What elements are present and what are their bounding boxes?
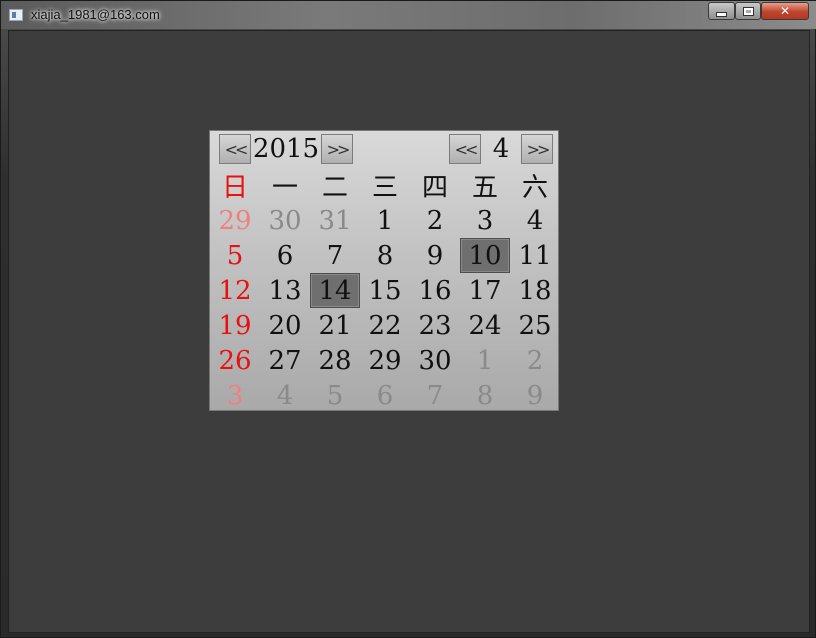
- calendar-grid: 日 一 二 三 四 五 六 29 30 31 1 2 3 4 5 6 7 8 9 10 11 12 13 14 1…: [210, 168, 560, 413]
- day-cell[interactable]: 2: [410, 203, 460, 238]
- day-cell[interactable]: 1: [460, 343, 510, 378]
- maximize-icon: [742, 6, 754, 16]
- day-cell[interactable]: 3: [210, 378, 260, 413]
- day-cell[interactable]: 7: [410, 378, 460, 413]
- day-cell[interactable]: 9: [510, 378, 560, 413]
- day-cell[interactable]: 28: [310, 343, 360, 378]
- prev-year-button[interactable]: <<: [219, 134, 251, 164]
- day-cell[interactable]: 6: [260, 238, 310, 273]
- day-cell[interactable]: 5: [310, 378, 360, 413]
- day-cell[interactable]: 18: [510, 273, 560, 308]
- day-cell[interactable]: 30: [410, 343, 460, 378]
- weekday-header: 三: [371, 173, 398, 203]
- year-label: 2015: [252, 134, 320, 164]
- day-cell[interactable]: 4: [510, 203, 560, 238]
- day-cell[interactable]: 4: [260, 378, 310, 413]
- day-cell[interactable]: 1: [360, 203, 410, 238]
- maximize-button[interactable]: [735, 2, 761, 20]
- app-window: xiajia_1981@163.com ✕ << 2015 >> << 4 >>…: [0, 0, 816, 638]
- day-cell[interactable]: 27: [260, 343, 310, 378]
- prev-month-button[interactable]: <<: [449, 134, 481, 164]
- day-cell[interactable]: 8: [460, 378, 510, 413]
- weekday-header: 日: [221, 173, 248, 203]
- day-cell[interactable]: 24: [460, 308, 510, 343]
- day-cell[interactable]: 22: [360, 308, 410, 343]
- week-row: 19 20 21 22 23 24 25: [210, 308, 560, 343]
- week-row: 26 27 28 29 30 1 2: [210, 343, 560, 378]
- day-cell-selected[interactable]: 14: [310, 273, 360, 308]
- day-cell[interactable]: 3: [460, 203, 510, 238]
- day-cell[interactable]: 29: [360, 343, 410, 378]
- weekday-header: 二: [321, 173, 348, 203]
- weekday-header: 五: [471, 173, 498, 203]
- day-cell[interactable]: 21: [310, 308, 360, 343]
- day-cell[interactable]: 11: [510, 238, 560, 273]
- week-row: 29 30 31 1 2 3 4: [210, 203, 560, 238]
- next-year-button[interactable]: >>: [321, 134, 353, 164]
- day-cell[interactable]: 31: [310, 203, 360, 238]
- next-month-button[interactable]: >>: [521, 134, 553, 164]
- day-cell[interactable]: 2: [510, 343, 560, 378]
- day-cell[interactable]: 9: [410, 238, 460, 273]
- day-cell[interactable]: 8: [360, 238, 410, 273]
- day-cell[interactable]: 17: [460, 273, 510, 308]
- day-cell[interactable]: 7: [310, 238, 360, 273]
- weekday-header: 一: [271, 173, 298, 203]
- close-button[interactable]: ✕: [761, 2, 809, 20]
- day-cell[interactable]: 15: [360, 273, 410, 308]
- day-cell[interactable]: 16: [410, 273, 460, 308]
- window-title: xiajia_1981@163.com: [31, 7, 160, 22]
- calendar-weeks: 29 30 31 1 2 3 4 5 6 7 8 9 10 11 12 13 14 15 16 17 18 19 20 21 2…: [210, 203, 560, 413]
- minimize-icon: [716, 11, 727, 17]
- close-icon: ✕: [779, 4, 791, 18]
- day-cell[interactable]: 30: [260, 203, 310, 238]
- minimize-button[interactable]: [708, 2, 735, 20]
- day-cell[interactable]: 29: [210, 203, 260, 238]
- calendar-widget: << 2015 >> << 4 >> 日 一 二 三 四 五 六 29 30 31 1…: [209, 130, 559, 411]
- day-cell[interactable]: 5: [210, 238, 260, 273]
- week-row: 3456789: [210, 378, 560, 413]
- weekday-header-row: 日 一 二 三 四 五 六: [210, 168, 560, 203]
- week-row: 5 6 7 8 9 10 11: [210, 238, 560, 273]
- title-bar[interactable]: xiajia_1981@163.com ✕: [1, 1, 816, 29]
- day-cell[interactable]: 19: [210, 308, 260, 343]
- day-cell[interactable]: 20: [260, 308, 310, 343]
- day-cell[interactable]: 26: [210, 343, 260, 378]
- day-cell-selected[interactable]: 10: [460, 238, 510, 273]
- day-cell[interactable]: 13: [260, 273, 310, 308]
- day-cell[interactable]: 6: [360, 378, 410, 413]
- day-cell[interactable]: 23: [410, 308, 460, 343]
- weekday-header: 四: [421, 173, 448, 203]
- day-cell[interactable]: 25: [510, 308, 560, 343]
- weekday-header: 六: [521, 173, 548, 203]
- app-icon: [9, 9, 23, 21]
- month-label: 4: [492, 134, 510, 164]
- week-row: 12 13 14 15 16 17 18: [210, 273, 560, 308]
- day-cell[interactable]: 12: [210, 273, 260, 308]
